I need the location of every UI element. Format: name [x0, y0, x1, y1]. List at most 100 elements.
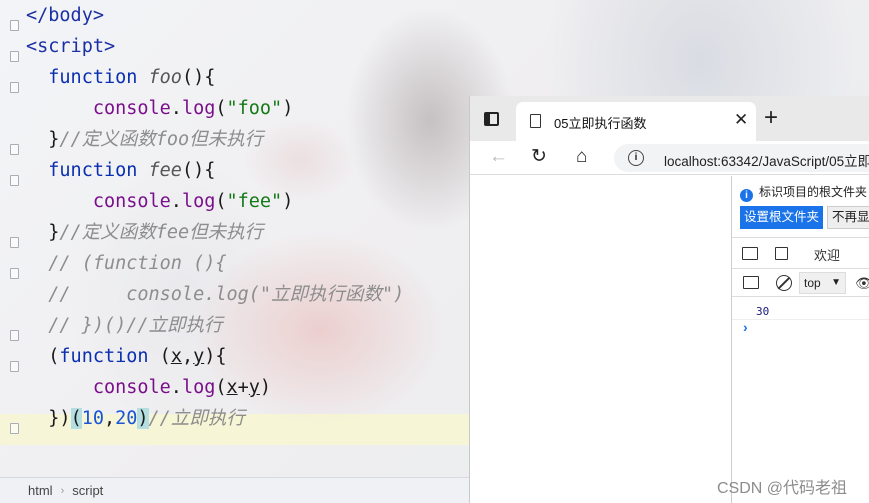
tab-strip: 05立即执行函数 ✕ +: [470, 96, 869, 141]
code-token: (: [70, 408, 82, 429]
code-token: (: [159, 346, 171, 367]
code-token: (){: [181, 67, 216, 88]
new-tab-icon[interactable]: +: [764, 104, 778, 132]
tab-active[interactable]: 05立即执行函数 ✕: [516, 102, 756, 141]
fold-marker[interactable]: [10, 330, 19, 341]
code-token: "fee": [226, 191, 283, 212]
fold-marker[interactable]: [10, 175, 19, 186]
breadcrumb: html › script: [0, 477, 470, 503]
code-token: foo: [148, 67, 182, 88]
code-token: log: [181, 98, 216, 119]
breadcrumb-item-html[interactable]: html: [28, 483, 53, 498]
code-token: ): [259, 377, 272, 398]
code-token: function: [48, 160, 149, 181]
reload-icon[interactable]: ↻: [531, 146, 547, 168]
code-token: fee: [148, 160, 182, 181]
url-text[interactable]: localhost:63342/JavaScript/05立即: [664, 150, 869, 170]
code-line[interactable]: // (function (){: [26, 248, 226, 279]
code-line[interactable]: }//定义函数fee但未执行: [26, 217, 263, 248]
fold-marker[interactable]: [10, 237, 19, 248]
back-icon[interactable]: ←: [489, 146, 508, 168]
code-line[interactable]: // console.log("立即执行函数"): [26, 279, 404, 310]
code-token: //定义函数foo但未执行: [59, 129, 264, 150]
code-token: function: [48, 67, 149, 88]
code-token: .: [170, 98, 182, 119]
code-token: x: [170, 346, 182, 367]
tab-actions-icon[interactable]: [484, 112, 499, 126]
code-token: // })()//立即执行: [26, 315, 223, 336]
tab-welcome[interactable]: 欢迎: [814, 245, 840, 264]
info-icon[interactable]: i: [628, 150, 644, 166]
code-token: ,: [103, 408, 116, 429]
code-line[interactable]: (function (x,y){: [26, 341, 227, 372]
code-token: function: [59, 346, 160, 367]
code-line[interactable]: })(10,20)//立即执行: [26, 403, 245, 434]
dont-show-again-button[interactable]: 不再显示: [827, 206, 869, 229]
code-token: console: [92, 191, 171, 212]
code-line[interactable]: console.log("foo"): [26, 93, 294, 124]
code-token: .: [170, 191, 182, 212]
code-line[interactable]: }//定义函数foo但未执行: [26, 124, 263, 155]
code-line[interactable]: function foo(){: [26, 62, 215, 93]
code-token: x: [226, 377, 238, 398]
code-token: (: [26, 346, 60, 367]
fold-marker[interactable]: [10, 20, 19, 31]
clear-console-icon[interactable]: [776, 275, 792, 291]
set-root-folder-button[interactable]: 设置根文件夹: [740, 206, 824, 229]
code-token: // (function (){: [26, 253, 227, 274]
code-line[interactable]: // })()//立即执行: [26, 310, 223, 341]
code-token: ): [137, 408, 149, 429]
code-line[interactable]: <script>: [26, 31, 115, 62]
caret-down-icon: ▼: [831, 277, 841, 288]
home-icon[interactable]: ⌂: [576, 146, 587, 168]
page-viewport[interactable]: [470, 176, 731, 503]
address-bar[interactable]: i localhost:63342/JavaScript/05立即: [614, 144, 869, 172]
code-token: }: [26, 129, 60, 150]
code-token: ){: [204, 346, 227, 367]
info-text: 标识项目的根文件夹: [759, 185, 868, 199]
code-line[interactable]: </body>: [26, 0, 104, 31]
code-token: console: [92, 377, 171, 398]
breadcrumb-item-script[interactable]: script: [72, 483, 103, 498]
fold-marker[interactable]: [10, 361, 19, 372]
inspect-element-icon[interactable]: [742, 247, 758, 260]
code-line[interactable]: function fee(){: [26, 155, 215, 186]
devtools-panel: i 标识项目的根文件夹 设置根文件夹 不再显示 欢迎 top ▼ 👁 30 ›: [731, 176, 869, 503]
console-toolbar: top ▼ 👁: [732, 269, 869, 297]
sidebar-toggle-icon[interactable]: [743, 276, 759, 289]
devtools-info-banner: i 标识项目的根文件夹: [740, 183, 867, 202]
close-icon[interactable]: ✕: [734, 110, 748, 130]
console-output: 30: [756, 305, 770, 318]
page-icon: [530, 114, 541, 128]
code-token: y: [248, 377, 260, 398]
code-token: log: [181, 377, 216, 398]
console-prompt-icon[interactable]: ›: [743, 319, 748, 335]
fold-marker[interactable]: [10, 423, 19, 434]
fold-marker[interactable]: [10, 51, 19, 62]
fold-marker[interactable]: [10, 144, 19, 155]
code-token: ): [282, 191, 294, 212]
devtools-tabs: 欢迎: [732, 237, 869, 269]
code-editor[interactable]: </body> <script> function foo(){ console.…: [0, 0, 470, 477]
divider: [732, 319, 869, 320]
code-token: 10: [81, 408, 104, 429]
code-token: log: [181, 191, 216, 212]
editor-gutter: [0, 0, 19, 477]
eye-icon[interactable]: 👁: [855, 275, 869, 292]
code-line[interactable]: console.log("fee"): [26, 186, 294, 217]
watermark: CSDN @代码老祖: [717, 480, 848, 497]
fold-marker[interactable]: [10, 268, 19, 279]
fold-marker[interactable]: [10, 82, 19, 93]
code-token: y: [193, 346, 205, 367]
code-token: // console.log("立即执行函数"): [26, 284, 405, 305]
code-token: </body>: [26, 5, 104, 26]
context-select[interactable]: top ▼: [799, 272, 846, 294]
code-line[interactable]: console.log(x+y): [26, 372, 271, 403]
code-token: console: [92, 98, 171, 119]
code-token: }: [26, 222, 60, 243]
device-emulation-icon[interactable]: [775, 247, 788, 260]
